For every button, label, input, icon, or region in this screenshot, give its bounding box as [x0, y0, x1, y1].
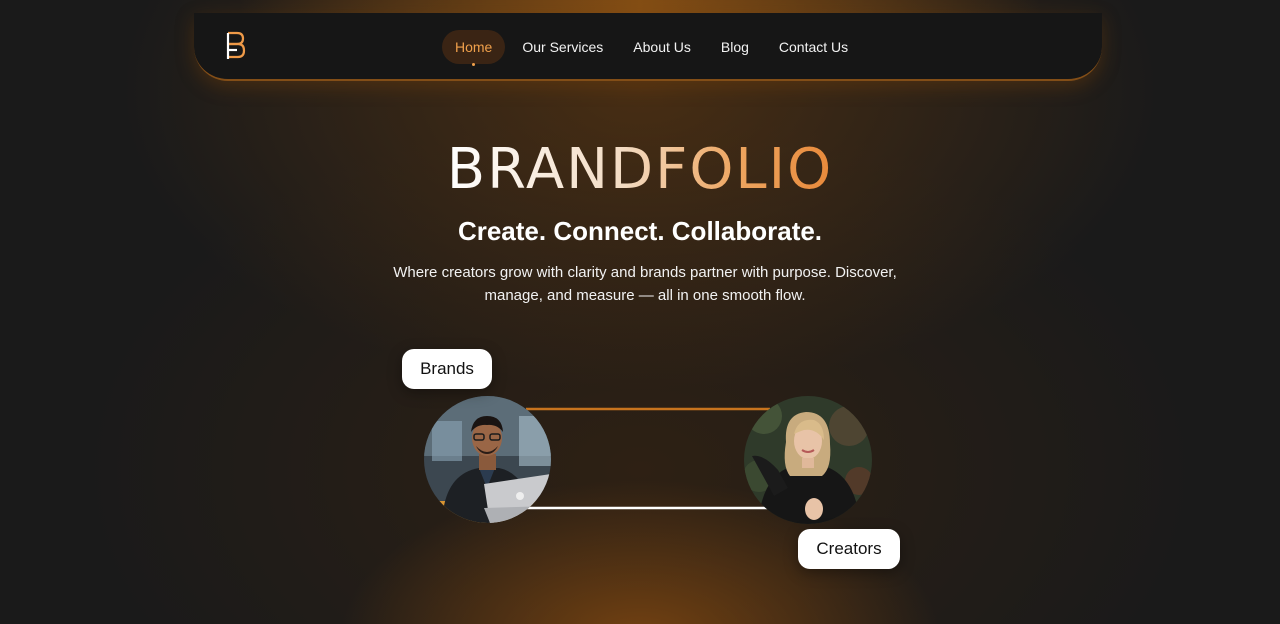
brand-person-with-laptop-photo	[424, 396, 551, 523]
nav-link-label: Contact Us	[778, 39, 849, 55]
hero-tagline: Create. Connect. Collaborate.	[457, 216, 823, 246]
nav-link-about-us[interactable]: About Us	[620, 30, 704, 64]
hero-title: BRANDFOLIO	[0, 138, 1280, 202]
nav-link-our-services[interactable]: Our Services	[509, 30, 616, 64]
brands-label: Brands	[420, 359, 474, 378]
nav-links: Home Our Services About Us Blog Contact …	[442, 30, 865, 66]
active-indicator-dot	[472, 63, 476, 66]
navbar: Home Our Services About Us Blog Contact …	[194, 13, 1102, 81]
nav-link-home[interactable]: Home	[442, 30, 506, 66]
nav-link-label: About Us	[633, 39, 691, 55]
brandfolio-logo-icon[interactable]	[224, 30, 248, 62]
landing-page: Home Our Services About Us Blog Contact …	[0, 0, 1280, 624]
creators-label: Creators	[816, 539, 882, 558]
hero-title-text: BRANDFOLIO	[446, 137, 834, 202]
creator-woman-photo	[744, 396, 872, 524]
brand-avatar	[424, 396, 551, 523]
connector-lines	[526, 407, 770, 510]
creators-label-pill: Creators	[798, 529, 900, 569]
nav-link-blog[interactable]: Blog	[708, 30, 762, 64]
creator-avatar	[744, 396, 872, 524]
brands-label-pill: Brands	[402, 349, 492, 389]
nav-link-label: Blog	[720, 39, 749, 55]
nav-link-label: Home	[455, 39, 493, 55]
top-glow-decoration	[240, 0, 1040, 14]
nav-link-label: Our Services	[522, 39, 604, 55]
hero-description: Where creators grow with clarity and bra…	[393, 264, 897, 304]
nav-link-contact-us[interactable]: Contact Us	[766, 30, 861, 64]
